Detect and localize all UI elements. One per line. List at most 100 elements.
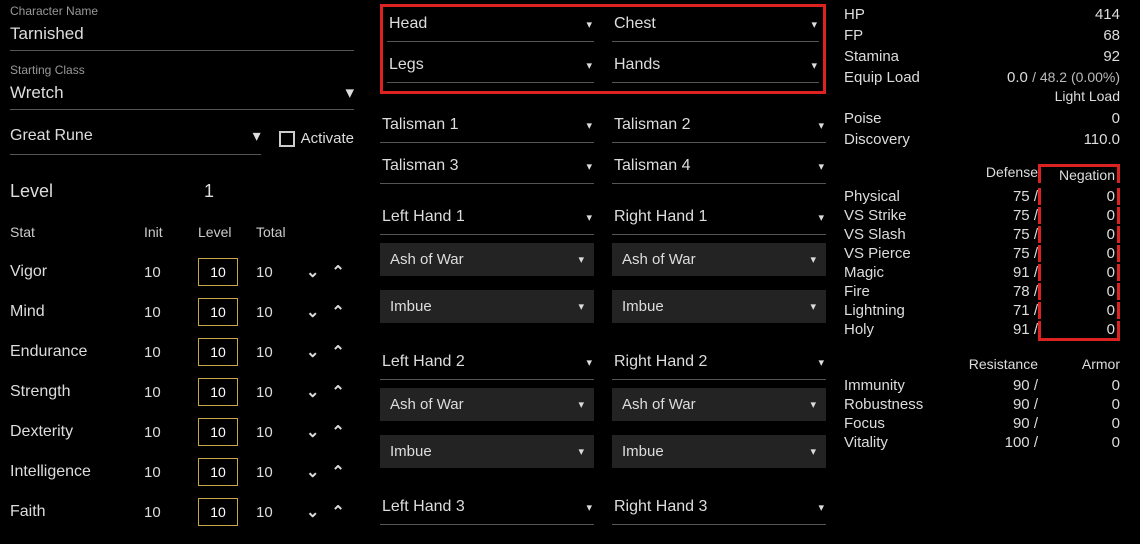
- starting-class-value: Wretch: [10, 83, 64, 103]
- level-label: Level: [10, 181, 53, 202]
- talisman2-select[interactable]: Talisman 2▾: [612, 110, 826, 143]
- stat-name: Endurance: [10, 343, 144, 361]
- defense-value: 75 /: [956, 245, 1038, 262]
- character-name-input[interactable]: Tarnished: [10, 20, 354, 51]
- stat-level-input[interactable]: 10: [198, 458, 238, 486]
- aow-r1-select[interactable]: Ash of War ▾: [612, 243, 826, 276]
- resistance-name: Vitality: [844, 434, 956, 451]
- imbue-l2-select[interactable]: Imbue▾: [380, 435, 594, 468]
- defense-name: Magic: [844, 264, 956, 281]
- aow-l1-select[interactable]: Ash of War▾: [380, 243, 594, 276]
- character-name-label: Character Name: [10, 4, 354, 18]
- talisman3-select[interactable]: Talisman 3▾: [380, 151, 594, 184]
- righthand1-label: Right Hand 1: [614, 208, 707, 226]
- stat-level-input[interactable]: 10: [198, 498, 238, 526]
- chevron-down-icon: ▾: [586, 119, 592, 132]
- increment-button[interactable]: ⌃: [331, 262, 344, 282]
- increment-button[interactable]: ⌃: [331, 462, 344, 482]
- armor-highlight-box: Head▾ Chest▾ Legs▾ Hands▾: [380, 4, 826, 94]
- load-type: Light Load: [844, 88, 1120, 104]
- header-stat: Stat: [10, 224, 144, 240]
- defense-row: VS Pierce75 /0: [844, 244, 1120, 263]
- increment-button[interactable]: ⌃: [331, 502, 344, 522]
- imbue-r1-select[interactable]: Imbue▾: [612, 290, 826, 323]
- imbue-r2-select[interactable]: Imbue▾: [612, 435, 826, 468]
- stamina-label: Stamina: [844, 48, 899, 65]
- lefthand3-select[interactable]: Left Hand 3▾: [380, 492, 594, 525]
- chevron-down-icon: ▾: [578, 300, 584, 313]
- chevron-down-icon: ▾: [578, 253, 584, 266]
- activate-checkbox[interactable]: Activate: [279, 130, 354, 147]
- lefthand1-select[interactable]: Left Hand 1▾: [380, 202, 594, 235]
- increment-button[interactable]: ⌃: [331, 302, 344, 322]
- stat-init: 10: [144, 304, 198, 321]
- decrement-button[interactable]: ⌄: [306, 342, 319, 362]
- righthand3-select[interactable]: Right Hand 3▾: [612, 492, 826, 525]
- defense-name: Lightning: [844, 302, 956, 319]
- decrement-button[interactable]: ⌄: [306, 422, 319, 442]
- lefthand2-select[interactable]: Left Hand 2▾: [380, 347, 594, 380]
- equipload-label: Equip Load: [844, 69, 920, 86]
- decrement-button[interactable]: ⌄: [306, 262, 319, 282]
- stat-total: 10: [256, 344, 306, 361]
- chevron-down-icon: ▾: [811, 59, 817, 72]
- aow-r2-select[interactable]: Ash of War▾: [612, 388, 826, 421]
- resistance-header: Resistance: [956, 356, 1038, 372]
- stat-name: Vigor: [10, 263, 144, 281]
- righthand2-select[interactable]: Right Hand 2▾: [612, 347, 826, 380]
- increment-button[interactable]: ⌃: [331, 342, 344, 362]
- decrement-button[interactable]: ⌄: [306, 302, 319, 322]
- defense-name: Holy: [844, 321, 956, 341]
- stat-level-input[interactable]: 10: [198, 418, 238, 446]
- level-value: 1: [204, 181, 214, 202]
- defense-value: 91 /: [956, 264, 1038, 281]
- resistance-name: Focus: [844, 415, 956, 432]
- chevron-down-icon: ▾: [810, 253, 816, 266]
- fp-label: FP: [844, 27, 863, 44]
- hands-select[interactable]: Hands▾: [612, 50, 819, 83]
- stat-init: 10: [144, 344, 198, 361]
- stat-name: Mind: [10, 303, 144, 321]
- armor-value: 0: [1038, 377, 1120, 394]
- defense-name: Fire: [844, 283, 956, 300]
- starting-class-select[interactable]: Wretch ▾: [10, 79, 354, 110]
- aow-l2-select[interactable]: Ash of War▾: [380, 388, 594, 421]
- defense-row: Holy91 /0: [844, 320, 1120, 342]
- increment-button[interactable]: ⌃: [331, 382, 344, 402]
- talisman1-select[interactable]: Talisman 1▾: [380, 110, 594, 143]
- stat-level-input[interactable]: 10: [198, 338, 238, 366]
- stat-level-input[interactable]: 10: [198, 258, 238, 286]
- stat-level-input[interactable]: 10: [198, 298, 238, 326]
- talisman3-label: Talisman 3: [382, 157, 458, 175]
- chevron-down-icon: ▾: [586, 501, 592, 514]
- stat-init: 10: [144, 464, 198, 481]
- stat-total: 10: [256, 424, 306, 441]
- discovery-label: Discovery: [844, 131, 910, 148]
- stat-name: Strength: [10, 383, 144, 401]
- armor-header: Armor: [1038, 356, 1120, 372]
- imbue-l1-select[interactable]: Imbue▾: [380, 290, 594, 323]
- negation-value: 0: [1038, 188, 1120, 205]
- increment-button[interactable]: ⌃: [331, 422, 344, 442]
- legs-select[interactable]: Legs▾: [387, 50, 594, 83]
- stat-row: Intelligence101010⌄⌃: [10, 452, 354, 492]
- stat-total: 10: [256, 464, 306, 481]
- equipload-sub: / 48.2 (0.00%): [1032, 69, 1120, 85]
- defense-row: Magic91 /0: [844, 263, 1120, 282]
- decrement-button[interactable]: ⌄: [306, 502, 319, 522]
- stat-level-input[interactable]: 10: [198, 378, 238, 406]
- head-select[interactable]: Head▾: [387, 9, 594, 42]
- aow-label: Ash of War: [622, 251, 696, 268]
- decrement-button[interactable]: ⌄: [306, 462, 319, 482]
- negation-value: 0: [1038, 321, 1120, 341]
- resistance-value: 90 /: [956, 396, 1038, 413]
- righthand1-select[interactable]: Right Hand 1▾: [612, 202, 826, 235]
- chevron-down-icon: ▾: [818, 119, 824, 132]
- decrement-button[interactable]: ⌄: [306, 382, 319, 402]
- defense-value: 91 /: [956, 321, 1038, 341]
- talisman4-select[interactable]: Talisman 4▾: [612, 151, 826, 184]
- great-rune-select[interactable]: Great Rune ▾: [10, 122, 261, 155]
- chest-select[interactable]: Chest▾: [612, 9, 819, 42]
- stat-total: 10: [256, 384, 306, 401]
- resistance-name: Immunity: [844, 377, 956, 394]
